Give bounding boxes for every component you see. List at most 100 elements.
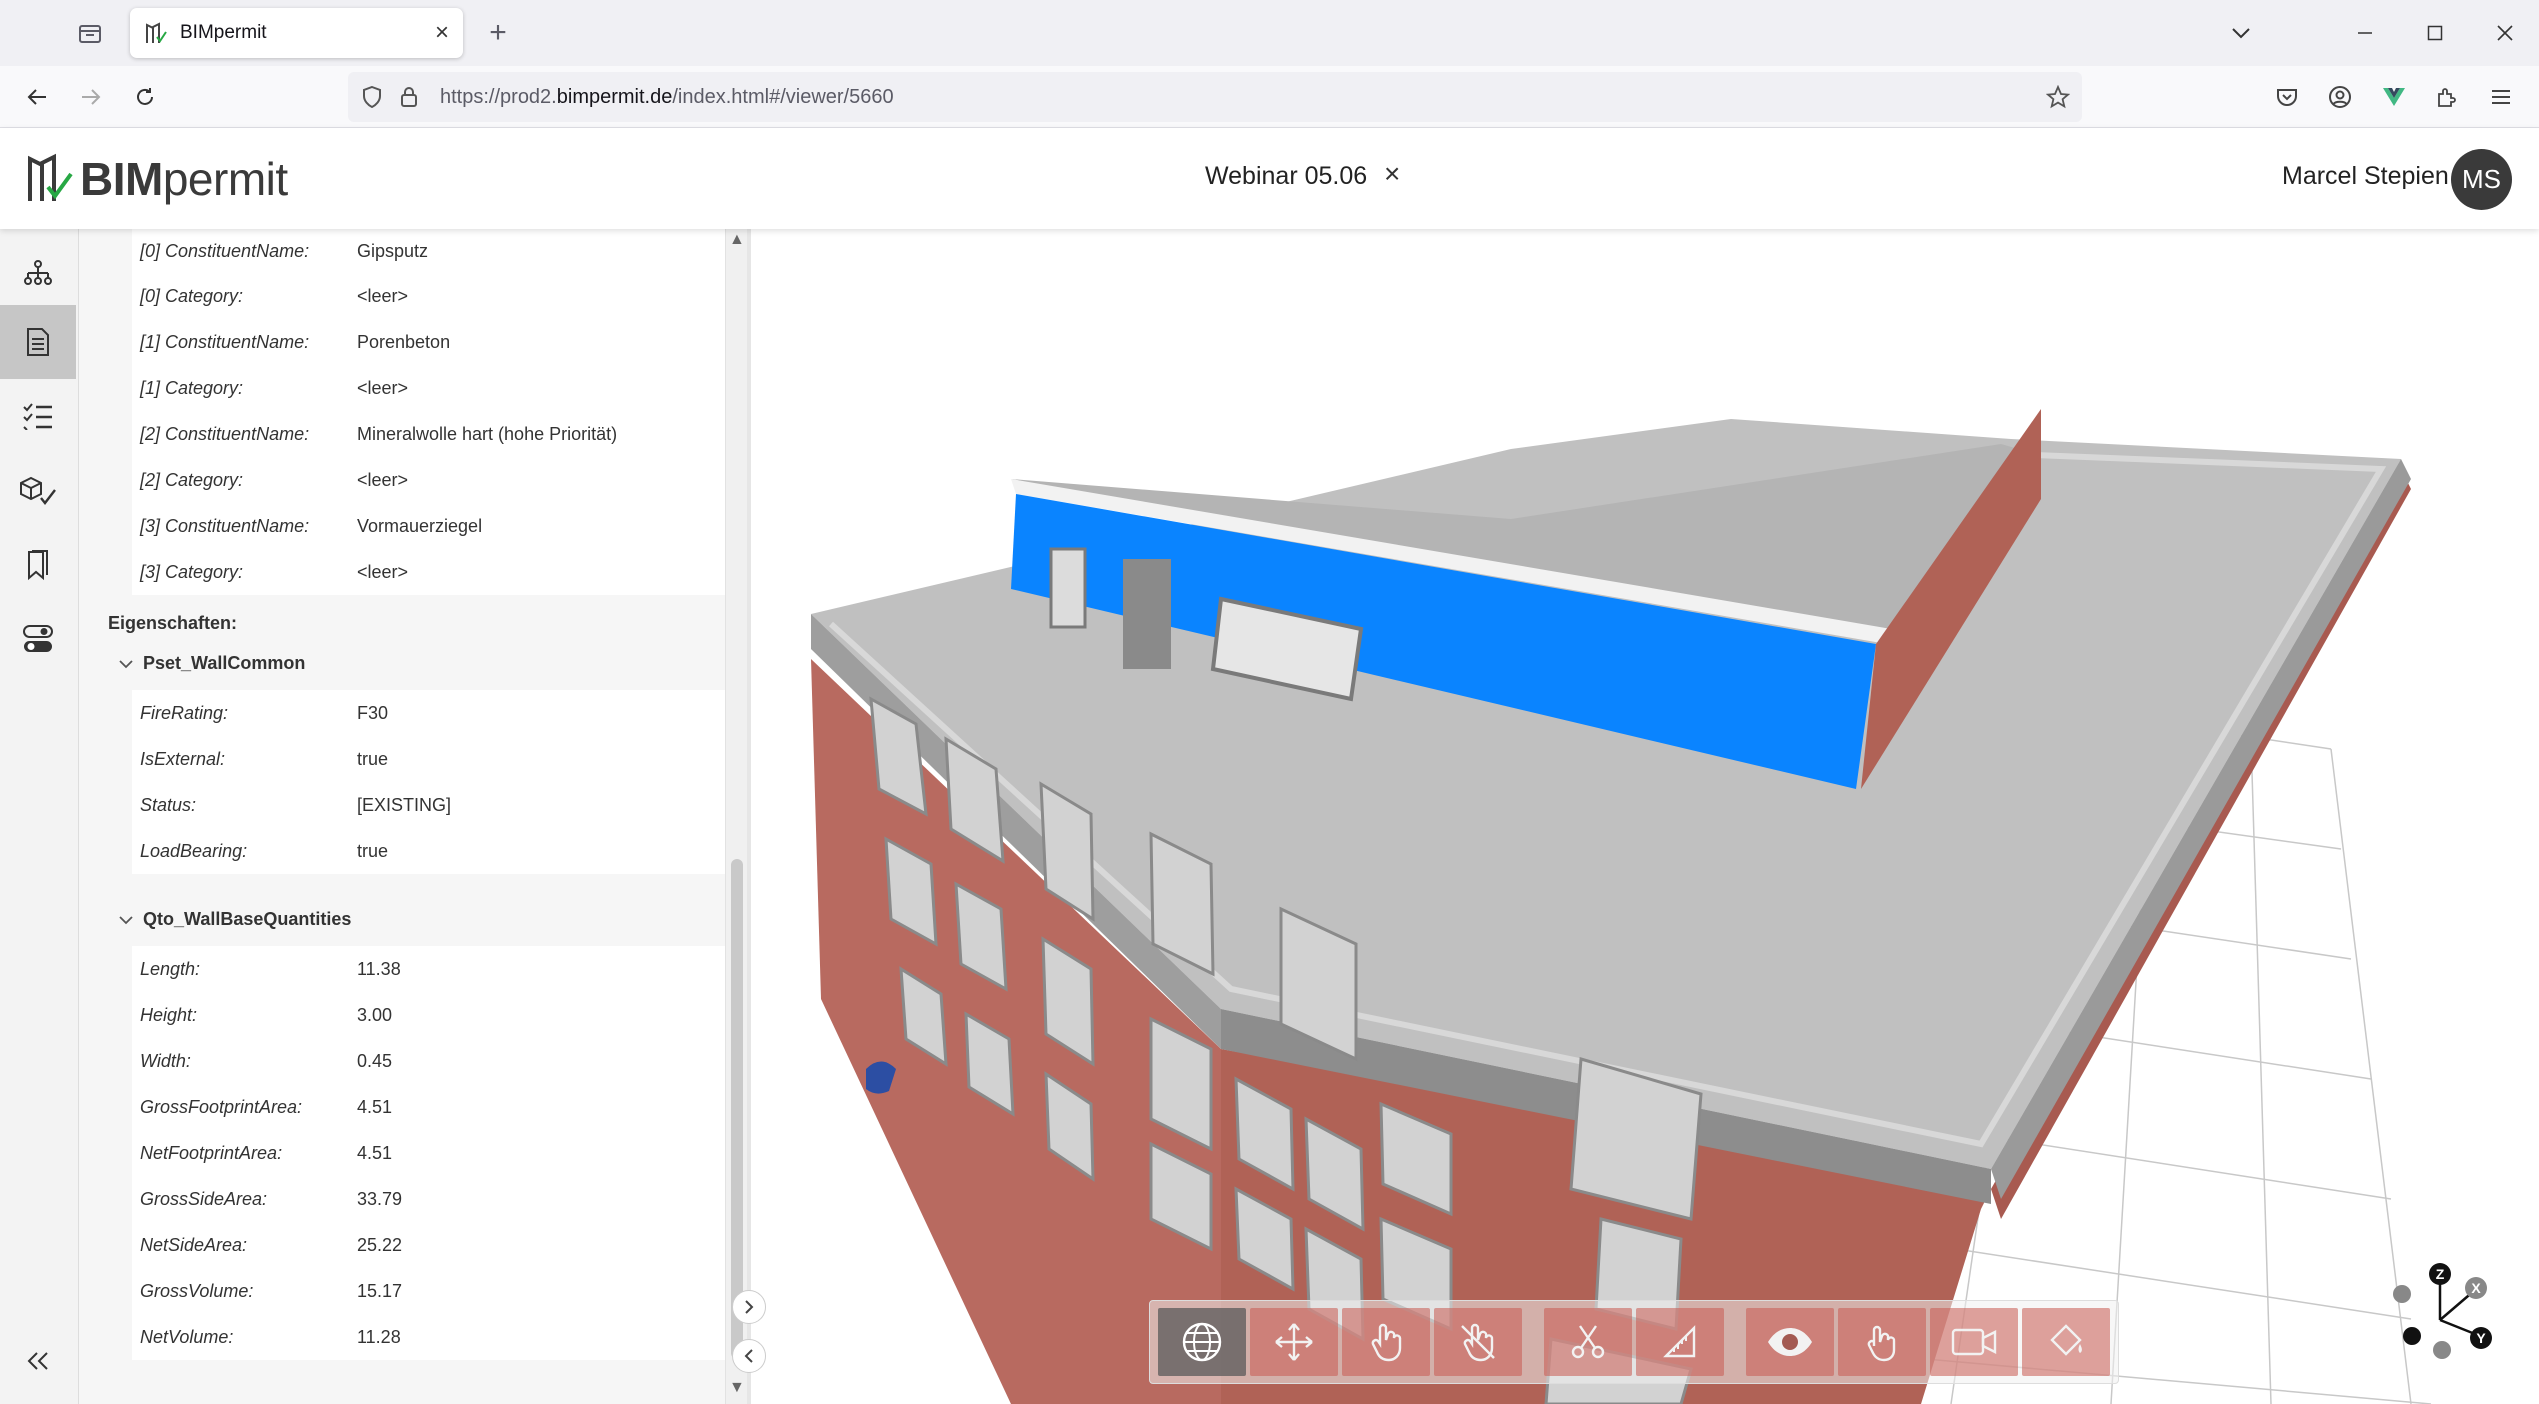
property-key: [1] ConstituentName: <box>140 331 310 352</box>
pan-tool[interactable] <box>1250 1308 1338 1376</box>
property-key: [3] Category: <box>140 561 244 582</box>
select-tool[interactable] <box>1342 1308 1430 1376</box>
section-tool[interactable] <box>1544 1308 1632 1376</box>
tab-close-icon[interactable]: × <box>435 19 449 47</box>
hamburger-menu-icon[interactable] <box>2484 80 2518 114</box>
tab-list-chevron-icon[interactable] <box>2226 18 2256 48</box>
property-value: 25.22 <box>357 1234 403 1255</box>
collapse-panel-button[interactable] <box>732 1339 766 1373</box>
paint-tool[interactable] <box>2022 1308 2110 1376</box>
close-project-icon[interactable]: × <box>1384 158 1400 190</box>
bookmark-icon <box>28 550 48 581</box>
property-key: IsExternal: <box>140 748 226 769</box>
forward-arrow-icon[interactable] <box>74 80 108 114</box>
user-name[interactable]: Marcel Stepien <box>2282 162 2449 191</box>
bimpermit-logo-icon <box>28 153 73 201</box>
expand-panel-button[interactable] <box>732 1290 766 1324</box>
constituents-table: [0] ConstituentName: Gipsputz [0] Categor… <box>132 229 772 595</box>
scroll-down-icon[interactable]: ▼ <box>729 1379 745 1397</box>
camera-tool[interactable] <box>1930 1308 2018 1376</box>
account-icon[interactable] <box>2323 80 2357 114</box>
rail-model-check[interactable] <box>0 454 76 528</box>
back-arrow-icon[interactable] <box>20 80 54 114</box>
shield-icon[interactable] <box>362 86 382 108</box>
model-check-icon <box>20 476 56 505</box>
axis-neg-y <box>2433 1341 2451 1359</box>
table-row: FireRating: F30 <box>132 690 772 736</box>
lock-icon[interactable] <box>400 86 418 108</box>
table-row: [1] Category: <leer> <box>132 365 772 411</box>
browser-tab-bar: BIMpermit × + <box>0 0 2539 66</box>
hide-tool[interactable] <box>1434 1308 1522 1376</box>
hierarchy-icon <box>24 260 52 285</box>
property-key: GrossFootprintArea: <box>140 1096 303 1117</box>
property-key: Width: <box>140 1050 191 1071</box>
select-hand-icon <box>1371 1323 1402 1362</box>
table-row: NetVolume: 11.28 <box>132 1314 772 1360</box>
address-bar[interactable]: https://prod2.bimpermit.de/index.html#/v… <box>348 72 2082 122</box>
axis-gizmo[interactable]: Z X Y <box>2380 1260 2500 1370</box>
pocket-icon[interactable] <box>2270 80 2304 114</box>
property-value: 4.51 <box>357 1096 393 1117</box>
rail-properties[interactable] <box>0 305 76 379</box>
tab-overview-icon[interactable] <box>74 18 106 48</box>
extensions-icon[interactable] <box>2430 80 2464 114</box>
vue-devtools-icon[interactable] <box>2377 80 2411 114</box>
window-minimize-icon[interactable] <box>2350 18 2380 48</box>
measure-ruler-icon <box>1663 1325 1696 1358</box>
property-value: 11.38 <box>357 958 401 979</box>
window-maximize-icon[interactable] <box>2420 18 2450 48</box>
property-value: Vormauerziegel <box>357 515 483 536</box>
pset-wallcommon-header[interactable]: Pset_WallCommon <box>119 653 305 674</box>
window-close-icon[interactable] <box>2490 18 2520 48</box>
property-key: Height: <box>140 1004 198 1025</box>
pset-wallcommon-table: FireRating: F30 IsExternal: true Status: [E… <box>132 690 772 874</box>
visibility-tool[interactable] <box>1746 1308 1834 1376</box>
sidebar-rail <box>0 229 78 1404</box>
table-row: Length: 11.38 <box>132 946 772 992</box>
qto-wallbasequantities-table: Length: 11.38 Height: 3.00 Width: 0.45 Gros… <box>132 946 772 1360</box>
axis-neg-z <box>2403 1327 2421 1345</box>
table-row: NetFootprintArea: 4.51 <box>132 1130 772 1176</box>
property-key: FireRating: <box>140 702 229 723</box>
bimpermit-logo[interactable]: BIMpermit <box>26 152 288 206</box>
browser-tab-active[interactable]: BIMpermit × <box>130 8 463 58</box>
bookmark-star-icon[interactable] <box>2046 85 2070 109</box>
rail-hierarchy[interactable] <box>0 236 76 310</box>
touch-rotate-tool[interactable] <box>1838 1308 1926 1376</box>
table-row: LoadBearing: true <box>132 828 772 874</box>
rail-checklist[interactable] <box>0 379 76 453</box>
globe-tool[interactable] <box>1158 1308 1246 1376</box>
table-row: Height: 3.00 <box>132 992 772 1038</box>
scroll-up-icon[interactable]: ▲ <box>729 231 745 249</box>
rail-bookmarks[interactable] <box>0 528 76 602</box>
qto-wallbasequantities-header[interactable]: Qto_WallBaseQuantities <box>119 909 351 930</box>
axis-z-label: Z <box>2436 1266 2445 1282</box>
property-key: NetSideArea: <box>140 1234 248 1255</box>
property-value: 4.51 <box>357 1142 393 1163</box>
property-value: Gipsputz <box>357 240 429 261</box>
3d-viewer-canvas[interactable] <box>751 229 2539 1404</box>
table-row: [2] Category: <leer> <box>132 457 772 503</box>
table-row: IsExternal: true <box>132 736 772 782</box>
table-row: Width: 0.45 <box>132 1038 772 1084</box>
properties-section-label: Eigenschaften: <box>108 613 238 633</box>
camera-icon <box>1951 1328 1997 1356</box>
door <box>1123 559 1171 669</box>
reload-icon[interactable] <box>128 80 162 114</box>
door <box>1049 547 1087 629</box>
checklist-icon <box>23 403 52 430</box>
property-value: true <box>357 748 389 769</box>
property-key: GrossVolume: <box>140 1280 254 1301</box>
project-title: Webinar 05.06 <box>1205 162 1368 190</box>
avatar[interactable]: MS <box>2451 149 2512 210</box>
building-model-render[interactable] <box>751 229 2539 1404</box>
collapse-sidebar-button[interactable] <box>0 1324 76 1398</box>
measure-tool[interactable] <box>1636 1308 1724 1376</box>
rail-toggles[interactable] <box>0 602 76 676</box>
panel-scrollbar[interactable]: ▲ ▼ <box>725 229 747 1404</box>
url-text[interactable]: https://prod2.bimpermit.de/index.html#/v… <box>440 86 894 109</box>
properties-panel: [0] ConstituentName: Gipsputz [0] Categor… <box>78 229 772 1404</box>
new-tab-icon[interactable]: + <box>482 16 514 49</box>
scrollbar-thumb[interactable] <box>731 859 743 1359</box>
